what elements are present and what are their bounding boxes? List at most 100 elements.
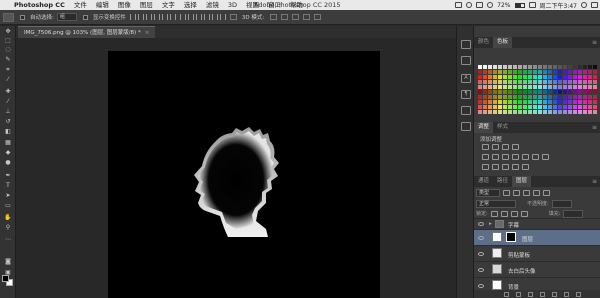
brush-tool-icon[interactable]: ⁄	[2, 98, 14, 106]
visibility-eye-icon[interactable]	[478, 284, 484, 288]
color-swatch[interactable]	[573, 90, 577, 94]
brush-panel-icon[interactable]	[461, 106, 471, 115]
color-swatch[interactable]	[563, 75, 567, 79]
color-swatch[interactable]	[518, 95, 522, 99]
color-swatch[interactable]	[508, 110, 512, 114]
color-swatch[interactable]	[583, 75, 587, 79]
filter-type-icon[interactable]	[523, 189, 530, 196]
filter-smart-object-icon[interactable]	[543, 189, 550, 196]
color-swatch[interactable]	[533, 75, 537, 79]
color-swatch[interactable]	[478, 105, 482, 109]
black-white-icon[interactable]	[512, 154, 519, 160]
color-swatch[interactable]	[588, 105, 592, 109]
color-swatch[interactable]	[588, 110, 592, 114]
color-swatch[interactable]	[498, 100, 502, 104]
zoom-tool-icon[interactable]: ⚲	[2, 224, 14, 232]
menu-image[interactable]: 图像	[118, 0, 131, 10]
color-swatch[interactable]	[583, 85, 587, 89]
color-swatch[interactable]	[528, 80, 532, 84]
layer-mask-thumbnail[interactable]	[506, 232, 516, 242]
history-brush-tool-icon[interactable]: ↺	[2, 118, 14, 126]
color-swatch[interactable]	[578, 75, 582, 79]
menu-type[interactable]: 文字	[162, 0, 175, 10]
color-swatch[interactable]	[503, 75, 507, 79]
foreground-color-swatch[interactable]	[2, 275, 9, 282]
menu-edit[interactable]: 编辑	[96, 0, 109, 10]
clock[interactable]: 周二下午3:47	[540, 1, 577, 10]
color-swatch[interactable]	[563, 105, 567, 109]
document-tab[interactable]: IMG_7506.png @ 103% (图层, 图层蒙版/8) * ×	[18, 26, 156, 38]
color-swatch[interactable]	[558, 105, 562, 109]
new-group-icon[interactable]	[552, 291, 557, 297]
photo-filter-icon[interactable]	[522, 154, 529, 160]
color-swatch[interactable]	[488, 90, 492, 94]
color-swatch[interactable]	[568, 90, 572, 94]
color-swatch[interactable]	[573, 80, 577, 84]
color-swatch[interactable]	[568, 75, 572, 79]
color-swatch[interactable]	[588, 95, 592, 99]
color-swatch[interactable]	[488, 110, 492, 114]
color-swatch[interactable]	[513, 100, 517, 104]
new-adjustment-icon[interactable]	[540, 291, 545, 297]
tool-presets-panel-icon[interactable]	[461, 122, 471, 131]
color-swatch[interactable]	[538, 105, 542, 109]
layer-name[interactable]: 剪贴蒙板	[508, 251, 530, 259]
color-swatch[interactable]	[538, 85, 542, 89]
character-panel-icon[interactable]: A	[461, 74, 471, 83]
lock-image-icon[interactable]	[500, 210, 508, 217]
path-selection-tool-icon[interactable]: ➤	[2, 192, 14, 200]
color-swatch[interactable]	[478, 75, 482, 79]
tab-color[interactable]: 颜色	[474, 37, 493, 48]
show-transform-checkbox[interactable]	[82, 14, 88, 20]
filter-shape-icon[interactable]	[533, 189, 540, 196]
color-swatch[interactable]	[578, 85, 582, 89]
color-swatch[interactable]	[543, 70, 547, 74]
move-tool-icon[interactable]: ✥	[2, 28, 14, 36]
color-swatch[interactable]	[533, 95, 537, 99]
color-swatch[interactable]	[503, 80, 507, 84]
layer-row[interactable]: 图层	[474, 229, 600, 245]
color-swatch[interactable]	[483, 105, 487, 109]
color-swatch[interactable]	[588, 85, 592, 89]
color-swatch[interactable]	[528, 90, 532, 94]
color-swatch[interactable]	[538, 95, 542, 99]
lasso-tool-icon[interactable]: ◌	[2, 46, 14, 54]
color-swatch[interactable]	[518, 65, 522, 69]
filter-pixel-icon[interactable]	[503, 189, 510, 196]
eraser-tool-icon[interactable]: ◧	[2, 128, 14, 136]
color-swatch[interactable]	[513, 95, 517, 99]
color-swatch[interactable]	[593, 65, 597, 69]
layer-thumbnail[interactable]	[492, 264, 502, 274]
channel-mixer-icon[interactable]	[532, 154, 539, 160]
3d-slide-icon[interactable]	[303, 14, 311, 20]
color-swatch[interactable]	[548, 90, 552, 94]
layer-thumbnail[interactable]	[492, 280, 502, 290]
color-swatch[interactable]	[528, 95, 532, 99]
color-swatch[interactable]	[538, 90, 542, 94]
color-swatch[interactable]	[543, 90, 547, 94]
color-swatch[interactable]	[523, 75, 527, 79]
quick-mask-icon[interactable]: ◙	[2, 258, 14, 266]
color-swatch[interactable]	[578, 65, 582, 69]
document-canvas[interactable]	[108, 51, 380, 298]
blend-mode-dropdown[interactable]: 正常	[476, 199, 516, 208]
color-swatch[interactable]	[583, 65, 587, 69]
layer-style-icon[interactable]	[516, 291, 521, 297]
color-swatch[interactable]	[523, 95, 527, 99]
distribute-bottom-icon[interactable]	[195, 14, 202, 20]
color-swatch[interactable]	[493, 65, 497, 69]
more-tools-icon[interactable]: ⋯	[2, 236, 14, 244]
tab-channels[interactable]: 通道	[474, 176, 493, 187]
color-swatch[interactable]	[563, 110, 567, 114]
hand-tool-icon[interactable]: ✋	[2, 214, 14, 222]
color-swatch[interactable]	[568, 80, 572, 84]
color-swatch[interactable]	[533, 65, 537, 69]
color-swatch[interactable]	[478, 110, 482, 114]
history-panel-icon[interactable]	[461, 40, 471, 49]
color-swatch[interactable]	[563, 85, 567, 89]
auto-align-icon[interactable]	[229, 14, 237, 20]
align-left-icon[interactable]	[153, 14, 160, 20]
posterize-icon[interactable]	[492, 164, 499, 170]
color-swatch[interactable]	[498, 80, 502, 84]
color-swatch[interactable]	[563, 70, 567, 74]
